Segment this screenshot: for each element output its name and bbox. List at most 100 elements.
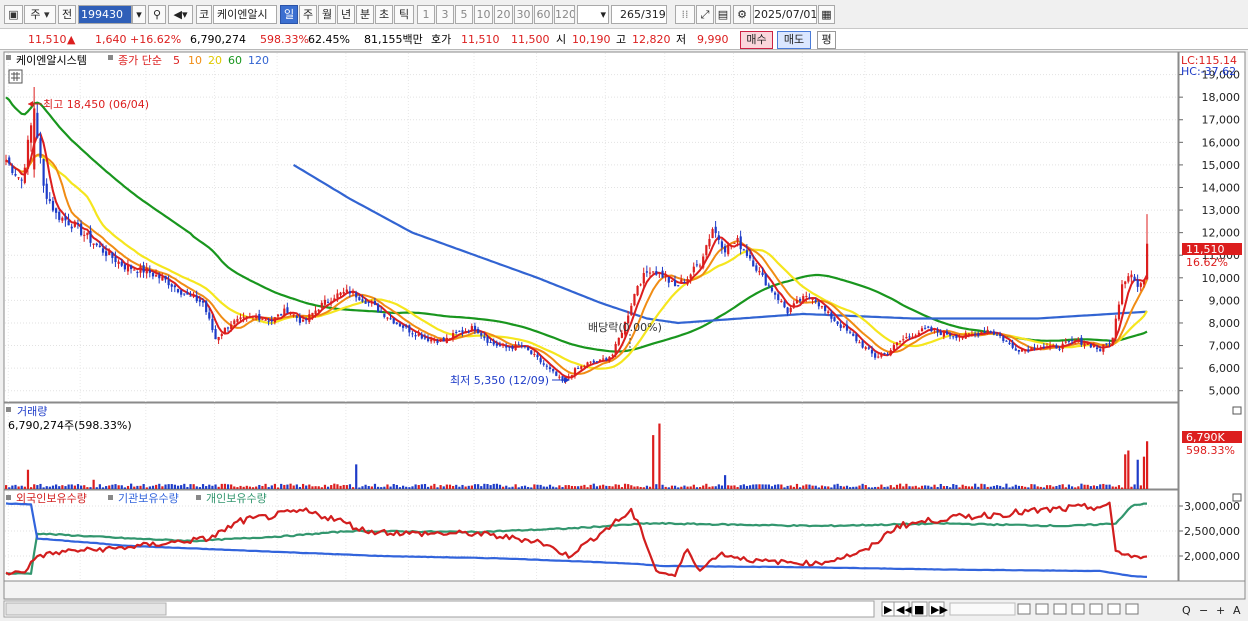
code-input[interactable]: 199430 (78, 5, 132, 24)
eval-button[interactable]: 평 (817, 31, 836, 49)
volume-bar (361, 486, 364, 489)
code-dropdown-icon[interactable]: ▾ (132, 5, 146, 24)
candle-body (189, 295, 192, 297)
window-icon[interactable]: ▣ (4, 5, 23, 24)
count-field[interactable]: 265/319 (611, 5, 667, 24)
volume-panel-close-icon[interactable] (1232, 406, 1242, 415)
volume-bar (480, 486, 483, 489)
stock-name-field[interactable]: 케이엔알시 (213, 5, 277, 24)
volume-bar (108, 485, 111, 489)
candle-body (11, 166, 14, 174)
volume-bar (930, 486, 933, 489)
period-week-button[interactable]: 주 (299, 5, 317, 24)
nav-control-1[interactable]: ◀◀ (893, 601, 913, 617)
chevron-down-icon: ▾ (600, 8, 606, 21)
interval-1-button[interactable]: 1 (417, 5, 435, 24)
volume-bar (1111, 486, 1114, 489)
prev-button[interactable]: 전 (58, 5, 76, 24)
candle-body (774, 292, 777, 295)
interval-30-button[interactable]: 30 (514, 5, 533, 24)
volume-bar (123, 487, 126, 489)
interval-10-button[interactable]: 10 (474, 5, 493, 24)
interval-select[interactable]: ▾ (577, 5, 609, 24)
candle-body (373, 301, 377, 305)
period-select[interactable]: 주 ▾ (24, 5, 56, 24)
candle-body (255, 315, 258, 318)
volume-bar (670, 485, 674, 489)
measure-icon[interactable]: ⤢ (696, 5, 714, 24)
interval-60-button[interactable]: 60 (534, 5, 553, 24)
candle-body (445, 337, 448, 343)
candle-body (733, 242, 736, 244)
trade-amount: 81,155백만 (364, 33, 423, 46)
candle-body (420, 334, 423, 339)
candle-body (1092, 345, 1096, 347)
volume-bar (927, 485, 930, 489)
candle-body (817, 302, 820, 307)
candle (833, 316, 836, 322)
period-tick-button[interactable]: 틱 (394, 5, 414, 24)
candle-body (764, 273, 767, 286)
volume-bar (1092, 485, 1096, 489)
save-icon[interactable]: ▤ (715, 5, 731, 24)
candle-body (658, 272, 661, 274)
sell-button[interactable]: 매도 (777, 31, 811, 49)
zoom-control-1[interactable]: − (1199, 604, 1208, 617)
volume-bar (548, 484, 552, 489)
period-month-button[interactable]: 월 (318, 5, 336, 24)
date-input[interactable]: 2025/07/01 (753, 5, 817, 24)
volume-bar (686, 486, 689, 489)
search-icon[interactable]: ⚲ (148, 5, 166, 24)
zoom-control-2[interactable]: + (1216, 604, 1225, 617)
gear-icon[interactable]: ⚙ (733, 5, 751, 24)
candle-body (595, 361, 599, 363)
period-day-button[interactable]: 일 (280, 5, 298, 24)
candle-body (786, 307, 789, 314)
candle-body (55, 208, 58, 213)
nav-control-2[interactable]: ■ (911, 601, 928, 617)
interval-5-button[interactable]: 5 (455, 5, 473, 24)
volume-bar (326, 486, 330, 489)
zoom-control-3[interactable]: A (1233, 604, 1241, 617)
volume-bar (236, 487, 239, 489)
volume-bar (892, 487, 895, 489)
speaker-icon[interactable]: ◀▾ (168, 5, 193, 24)
interval-20-button[interactable]: 20 (494, 5, 513, 24)
open-label: 시 (556, 33, 567, 46)
volume-bar (727, 485, 730, 489)
holdings-panel-close-icon[interactable] (1232, 493, 1242, 502)
buy-button[interactable]: 매수 (740, 31, 773, 49)
period-year-button[interactable]: 년 (337, 5, 355, 24)
calendar-icon[interactable]: ▦ (818, 5, 835, 24)
volume-bar (739, 485, 742, 489)
candle-body (730, 245, 733, 247)
candle-body (767, 284, 770, 286)
volume-bar (777, 484, 780, 489)
legend-ma120: 120 (248, 54, 269, 67)
period-minute-button[interactable]: 분 (356, 5, 374, 24)
grid-icon[interactable]: ⁞⁞ (675, 5, 695, 24)
volume-bar (745, 485, 749, 489)
volume-bar (511, 486, 514, 489)
scrollbar-thumb[interactable] (5, 602, 167, 616)
volume-bar (145, 487, 148, 489)
volume-bar (780, 484, 783, 489)
volume-bar (889, 485, 892, 489)
period-second-button[interactable]: 초 (375, 5, 393, 24)
interval-3-button[interactable]: 3 (436, 5, 454, 24)
nav-control-3[interactable]: ▶▶ (928, 601, 948, 617)
candle-body (164, 275, 167, 280)
stock-chart[interactable]: 5,0006,0007,0008,0009,00010,00011,00012,… (0, 50, 1248, 621)
volume-bar (133, 486, 136, 489)
table-icon[interactable] (8, 69, 23, 84)
zoom-control-0[interactable]: Q (1182, 604, 1191, 617)
volume-bar (339, 485, 342, 489)
candle-body (417, 333, 420, 336)
candle-body (1036, 347, 1039, 349)
interval-120-button[interactable]: 120 (554, 5, 575, 24)
candle-body (1086, 342, 1089, 345)
volume-bar (142, 484, 145, 489)
candle-body (223, 327, 227, 334)
volume-bar (180, 485, 183, 489)
candle-body (261, 319, 264, 321)
